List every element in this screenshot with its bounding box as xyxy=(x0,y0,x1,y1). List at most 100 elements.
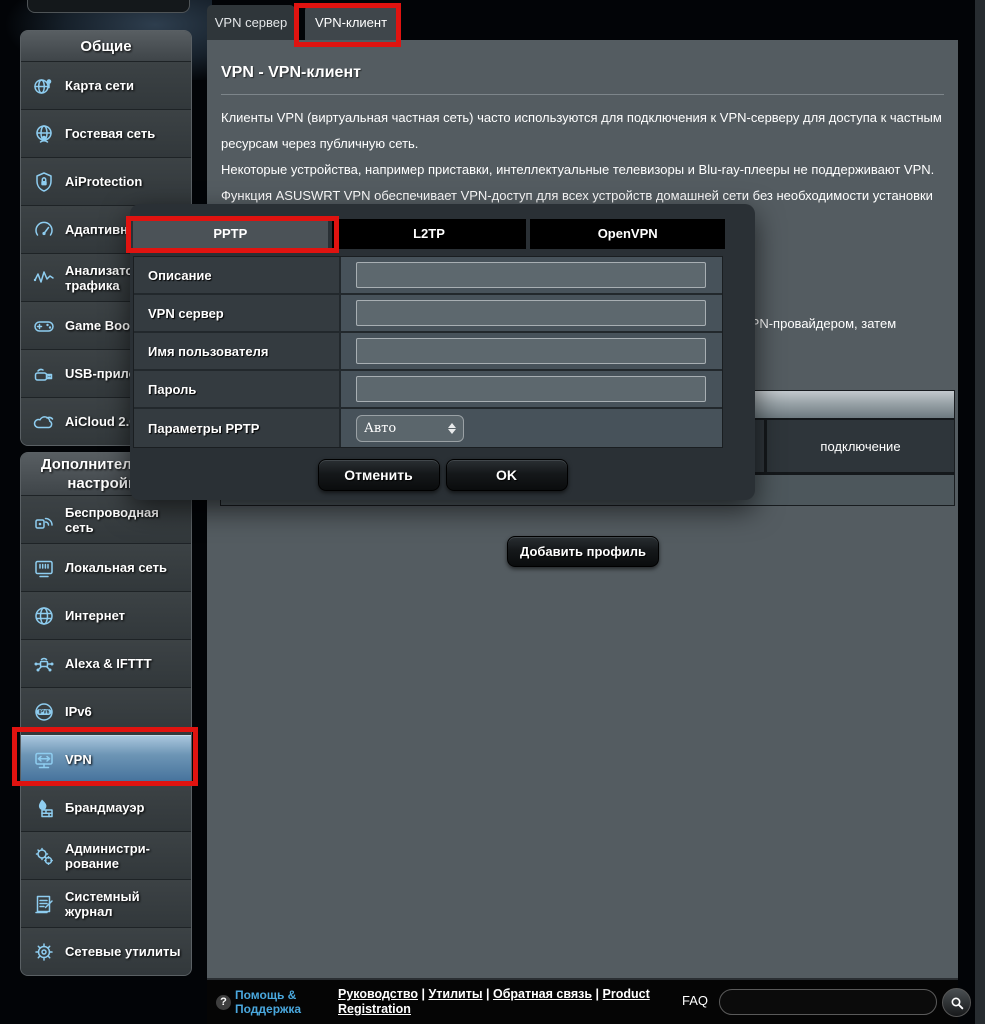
vpn-server-field[interactable] xyxy=(356,300,706,326)
sidebar-item-system-log[interactable]: Системный журнал xyxy=(21,879,191,927)
sidebar-item-label: Карта сети xyxy=(65,78,185,93)
sidebar-item-label: Администри-рование xyxy=(65,841,185,871)
tab-vpn-server[interactable]: VPN сервер xyxy=(207,5,295,40)
sidebar-item-label: Интернет xyxy=(65,608,185,623)
link-manual[interactable]: Руководство xyxy=(338,987,418,1001)
globe-icon xyxy=(31,605,57,627)
log-document-icon xyxy=(31,893,57,915)
magnifier-icon xyxy=(949,995,965,1011)
traffic-wave-icon xyxy=(31,267,57,289)
sidebar-item-internet[interactable]: Интернет xyxy=(21,591,191,639)
smart-network-icon xyxy=(31,653,57,675)
sidebar-item-label: Беспроводная сеть xyxy=(65,505,185,535)
pptp-options-select[interactable]: Авто xyxy=(356,415,464,442)
help-support-link[interactable]: Помощь & Поддержка xyxy=(235,988,301,1016)
sidebar-item-aiprotection[interactable]: AiProtection xyxy=(21,157,191,205)
help-line-1: Помощь & xyxy=(235,988,301,1002)
sidebar-item-label: IPv6 xyxy=(65,704,185,719)
vpn-profile-dialog: PPTP L2TP OpenVPN Описание VPN сервер Им… xyxy=(130,204,755,500)
table-header-connection: подключение xyxy=(767,420,954,472)
footer-links: Руководство | Утилиты | Обратная связь |… xyxy=(338,987,676,1017)
network-map-icon xyxy=(31,75,57,97)
add-profile-button[interactable]: Добавить профиль xyxy=(507,536,659,567)
vpn-monitor-icon xyxy=(31,749,57,771)
sidebar-item-label: Гостевая сеть xyxy=(65,126,185,141)
cancel-button[interactable]: Отменить xyxy=(318,459,440,491)
selected-option: Авто xyxy=(364,421,396,436)
lan-port-icon xyxy=(31,557,57,579)
sidebar-item-label: AiProtection xyxy=(65,174,185,189)
svg-text:IPV6: IPV6 xyxy=(39,709,50,715)
sidebar-item-network-map[interactable]: Карта сети xyxy=(21,61,191,109)
field-label: Параметры PPTP xyxy=(134,409,341,447)
gamepad-icon xyxy=(31,315,57,337)
select-arrows-icon xyxy=(448,423,456,434)
field-label: VPN сервер xyxy=(134,295,341,331)
form-row-password: Пароль xyxy=(134,371,722,409)
link-separator: | xyxy=(486,987,490,1001)
sidebar-item-firewall[interactable]: Брандмауэр xyxy=(21,783,191,831)
password-field[interactable] xyxy=(356,376,706,402)
vpn-page-tabs: VPN сервер VPN-клиент xyxy=(207,5,397,40)
sidebar-item-wireless[interactable]: Беспроводная сеть xyxy=(21,495,191,543)
form-row-username: Имя пользователя xyxy=(134,333,722,371)
sidebar-item-alexa-ifttt[interactable]: Alexa & IFTTT xyxy=(21,639,191,687)
sidebar-general-header: Общие xyxy=(21,31,191,61)
main-content: VPN - VPN-клиент Клиенты VPN (виртуальна… xyxy=(207,40,958,978)
field-label: Пароль xyxy=(134,371,341,407)
sidebar-item-label: Брандмауэр xyxy=(65,800,185,815)
sidebar-advanced-section: Дополнительные настройки Беспроводная се… xyxy=(20,452,192,976)
vpn-type-tabs: PPTP L2TP OpenVPN xyxy=(133,219,725,249)
ipv6-badge-icon: IPV6 xyxy=(31,701,57,723)
dialog-buttons: Отменить OK xyxy=(130,459,755,491)
tools-gear-icon xyxy=(31,941,57,963)
faq-label: FAQ xyxy=(682,993,708,1008)
form-row-vpn-server: VPN сервер xyxy=(134,295,722,333)
tab-vpn-client[interactable]: VPN-клиент xyxy=(305,5,397,40)
description-paragraph-2: Некоторые устройства, например приставки… xyxy=(221,157,944,183)
sidebar-item-administration[interactable]: Администри-рование xyxy=(21,831,191,879)
help-icon: ? xyxy=(216,995,231,1010)
tab-l2tp[interactable]: L2TP xyxy=(332,219,527,249)
sidebar-item-network-tools[interactable]: Сетевые утилиты xyxy=(21,927,191,975)
faq-search-input[interactable] xyxy=(719,989,937,1015)
sidebar-item-ipv6[interactable]: IPV6 IPv6 xyxy=(21,687,191,735)
help-line-2: Поддержка xyxy=(235,1002,301,1016)
sidebar-item-guest-network[interactable]: Гостевая сеть xyxy=(21,109,191,157)
sidebar-item-label: Локальная сеть xyxy=(65,560,185,575)
field-label: Описание xyxy=(134,257,341,293)
field-label: Имя пользователя xyxy=(134,333,341,369)
firewall-flame-icon xyxy=(31,797,57,819)
ok-button[interactable]: OK xyxy=(446,459,568,491)
faq-search-button[interactable] xyxy=(942,988,971,1017)
link-utilities[interactable]: Утилиты xyxy=(428,987,482,1001)
tab-openvpn[interactable]: OpenVPN xyxy=(530,219,725,249)
sidebar-top-cutoff-panel xyxy=(27,0,190,13)
footer: ? Помощь & Поддержка Руководство | Утили… xyxy=(207,978,958,1024)
partially-hidden-text: VPN-провайдером, затем xyxy=(742,316,896,331)
gauge-icon xyxy=(31,219,57,241)
right-edge-strip xyxy=(975,0,985,1024)
form-row-pptp-options: Параметры PPTP Авто xyxy=(134,409,722,447)
username-field[interactable] xyxy=(356,338,706,364)
link-feedback[interactable]: Обратная связь xyxy=(493,987,592,1001)
form-row-description: Описание xyxy=(134,257,722,295)
description-paragraph-1: Клиенты VPN (виртуальная частная сеть) ч… xyxy=(221,105,944,157)
description-field[interactable] xyxy=(356,262,706,288)
usb-drive-icon xyxy=(31,363,57,385)
guest-network-icon xyxy=(31,123,57,145)
page-title: VPN - VPN-клиент xyxy=(207,40,958,82)
tab-pptp[interactable]: PPTP xyxy=(133,219,328,249)
sidebar-item-label: VPN xyxy=(65,752,185,767)
sidebar-item-label: Alexa & IFTTT xyxy=(65,656,185,671)
link-separator: | xyxy=(596,987,600,1001)
shield-lock-icon xyxy=(31,171,57,193)
cloud-icon xyxy=(31,411,57,433)
link-separator: | xyxy=(422,987,426,1001)
title-divider xyxy=(221,94,944,95)
vpn-profile-form: Описание VPN сервер Имя пользователя Пар… xyxy=(133,256,723,448)
sidebar-item-label: Системный журнал xyxy=(65,889,185,919)
sidebar-item-lan[interactable]: Локальная сеть xyxy=(21,543,191,591)
sidebar-item-label: Сетевые утилиты xyxy=(65,944,185,959)
sidebar-item-vpn[interactable]: VPN xyxy=(21,735,191,783)
